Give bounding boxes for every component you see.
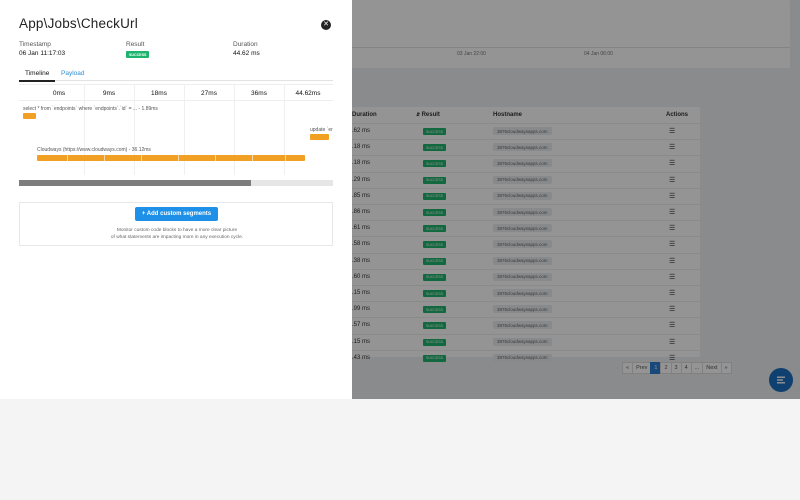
- segment-tick: [104, 155, 105, 161]
- segment-tick: [141, 155, 142, 161]
- segment-bar[interactable]: [37, 155, 305, 161]
- timeline-tick-label: 18ms: [151, 90, 167, 97]
- timeline-gridline: [234, 85, 235, 175]
- segment-tick: [215, 155, 216, 161]
- timeline-gridline: [284, 85, 285, 175]
- timeline-gridline: [84, 85, 85, 175]
- app-viewport: 03 Jan 22:00 04 Jan 06:00 Duration ⇵ Res…: [0, 0, 800, 399]
- timestamp-value: 06 Jan 11:17:03: [19, 50, 66, 57]
- timestamp-label: Timestamp: [19, 41, 51, 48]
- add-custom-segments-button[interactable]: + Add custom segments: [135, 207, 218, 221]
- active-tab-indicator: [19, 80, 55, 82]
- timeline-tick-label: 9ms: [102, 90, 116, 97]
- timeline-tick-label: 44.62ms: [295, 90, 321, 97]
- timeline-tick-label: 27ms: [201, 90, 217, 97]
- segment-bar[interactable]: [310, 134, 329, 140]
- close-button[interactable]: ✕: [321, 20, 331, 30]
- scrollbar-thumb[interactable]: [19, 180, 252, 186]
- timeline-scale: 0ms 9ms 18ms 27ms 36ms 44.62ms: [19, 84, 333, 101]
- drawer-tabs: Timeline Payload: [19, 68, 333, 82]
- custom-segments-hint: of what statements are impacting more in…: [110, 235, 244, 240]
- duration-label: Duration: [233, 41, 258, 48]
- segment-tick: [285, 155, 286, 161]
- timeline-gridline: [184, 85, 185, 175]
- timeline-gridline: [134, 85, 135, 175]
- segment-label: select * from `endpoints` where `endpoin…: [23, 106, 158, 112]
- duration-value: 44.62 ms: [233, 50, 260, 57]
- close-icon: ✕: [323, 21, 329, 28]
- segment-label: update `er: [310, 127, 333, 133]
- custom-segments-hint: Monitor custom code blocks to have a mor…: [116, 228, 238, 233]
- status-badge: SUCCESS: [126, 51, 150, 58]
- timeline-tick-label: 36ms: [251, 90, 267, 97]
- job-detail-drawer: App\Jobs\CheckUrl ✕ Timestamp 06 Jan 11:…: [0, 0, 352, 399]
- result-label: Result: [126, 41, 145, 48]
- tab-timeline[interactable]: Timeline: [25, 70, 49, 77]
- timeline-scrollbar[interactable]: [19, 180, 333, 186]
- custom-segments-panel: + Add custom segments Monitor custom cod…: [19, 202, 333, 246]
- timeline-tick-label: 0ms: [52, 90, 66, 97]
- segment-tick: [67, 155, 68, 161]
- segment-tick: [252, 155, 253, 161]
- drawer-title: App\Jobs\CheckUrl: [19, 16, 138, 31]
- segment-label: Cloudways (https://www.cloudways.com) - …: [37, 147, 151, 153]
- segment-tick: [178, 155, 179, 161]
- segment-bar[interactable]: [23, 113, 36, 119]
- tab-payload[interactable]: Payload: [61, 70, 85, 77]
